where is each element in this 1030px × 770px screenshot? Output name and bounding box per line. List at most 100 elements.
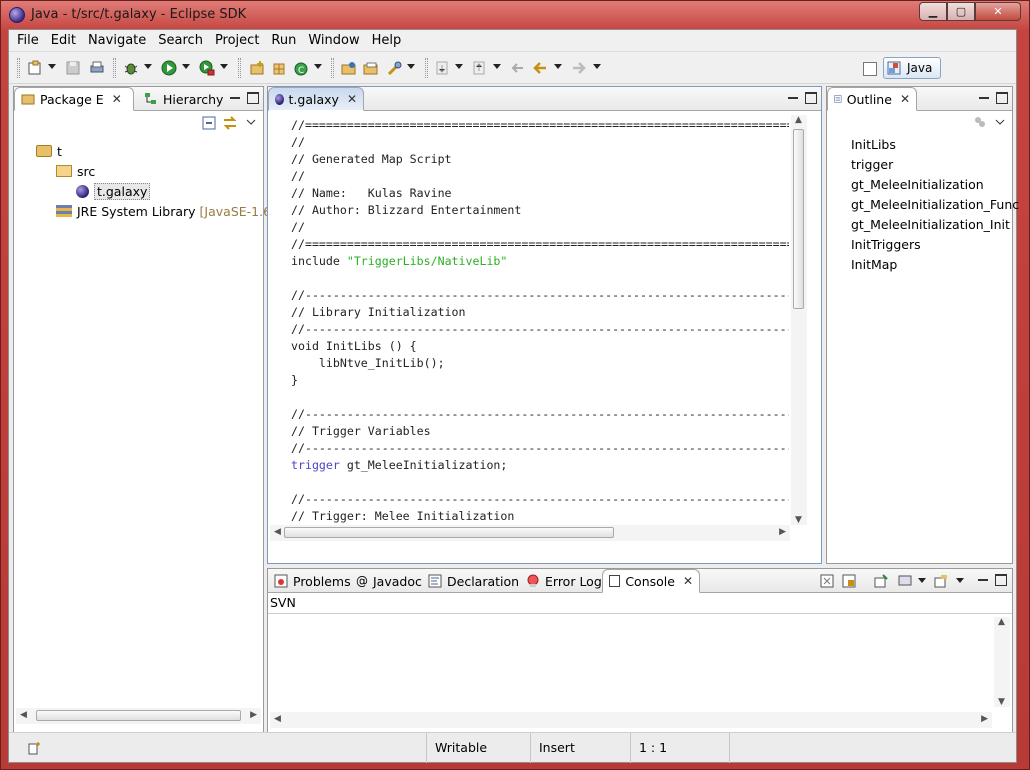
scroll-right-icon[interactable]: ▶ bbox=[981, 714, 988, 724]
back-dropdown-icon[interactable] bbox=[554, 64, 562, 69]
tree-item-src[interactable]: src bbox=[56, 161, 95, 181]
tab-console[interactable]: Console ✕ bbox=[602, 569, 700, 593]
console-horizontal-scrollbar[interactable]: ◀ ▶ bbox=[270, 712, 992, 728]
new-class-dropdown-icon[interactable] bbox=[314, 64, 322, 69]
save-icon[interactable] bbox=[65, 60, 81, 76]
external-tools-icon[interactable] bbox=[199, 60, 215, 76]
display-console-icon[interactable] bbox=[898, 574, 912, 588]
maximize-view-icon[interactable] bbox=[996, 92, 1008, 104]
menu-help[interactable]: Help bbox=[366, 30, 408, 52]
scroll-left-icon[interactable]: ◀ bbox=[274, 714, 281, 724]
scroll-down-icon[interactable]: ▼ bbox=[795, 515, 802, 525]
close-button[interactable]: ✕ bbox=[975, 2, 1021, 21]
debug-icon[interactable] bbox=[123, 60, 139, 76]
scroll-lock-icon[interactable] bbox=[842, 574, 856, 588]
scroll-right-icon[interactable]: ▶ bbox=[779, 527, 786, 537]
tree-item-jre[interactable]: JRE System Library [JavaSE-1.6] bbox=[56, 201, 276, 221]
editor-vertical-scrollbar[interactable]: ▲ ▼ bbox=[791, 115, 807, 525]
scroll-thumb[interactable] bbox=[793, 129, 804, 309]
debug-dropdown-icon[interactable] bbox=[144, 64, 152, 69]
pin-console-icon[interactable] bbox=[874, 574, 888, 588]
console-vertical-scrollbar[interactable]: ▲ ▼ bbox=[994, 617, 1010, 707]
scroll-up-icon[interactable]: ▲ bbox=[795, 115, 802, 125]
tab-outline[interactable]: Outline ✕ bbox=[827, 87, 917, 111]
tab-problems[interactable]: Problems bbox=[268, 569, 357, 593]
back-icon[interactable] bbox=[532, 60, 548, 76]
previous-annotation-icon[interactable] bbox=[471, 60, 487, 76]
tab-editor-file[interactable]: t.galaxy ✕ bbox=[268, 87, 364, 111]
code-editor[interactable]: //======================================… bbox=[291, 117, 789, 523]
tree-item-file[interactable]: t.galaxy bbox=[76, 181, 151, 201]
scroll-up-icon[interactable]: ▲ bbox=[998, 617, 1005, 627]
collapse-all-icon[interactable] bbox=[202, 116, 216, 130]
scroll-left-icon[interactable]: ◀ bbox=[20, 710, 27, 720]
tab-error-log[interactable]: Error Log bbox=[520, 569, 608, 593]
link-with-editor-icon[interactable] bbox=[222, 116, 238, 130]
view-menu-icon[interactable] bbox=[246, 119, 256, 125]
menu-window[interactable]: Window bbox=[302, 30, 365, 52]
minimize-view-icon[interactable] bbox=[229, 92, 241, 104]
maximize-view-icon[interactable] bbox=[247, 92, 259, 104]
close-tab-icon[interactable]: ✕ bbox=[112, 92, 122, 106]
hide-fields-icon[interactable] bbox=[973, 115, 987, 129]
search-dropdown-icon[interactable] bbox=[407, 64, 415, 69]
new-java-project-icon[interactable] bbox=[249, 60, 265, 76]
run-dropdown-icon[interactable] bbox=[182, 64, 190, 69]
outline-item[interactable]: InitLibs bbox=[851, 137, 896, 152]
last-edit-location-icon[interactable] bbox=[509, 60, 525, 76]
open-perspective-icon[interactable] bbox=[863, 62, 877, 76]
close-tab-icon[interactable]: ✕ bbox=[900, 92, 910, 106]
scroll-thumb[interactable] bbox=[36, 710, 241, 721]
scroll-thumb[interactable] bbox=[284, 527, 614, 538]
tab-declaration[interactable]: Declaration bbox=[422, 569, 525, 593]
new-icon[interactable] bbox=[27, 60, 43, 76]
maximize-view-icon[interactable] bbox=[805, 92, 817, 104]
close-tab-icon[interactable]: ✕ bbox=[347, 92, 357, 106]
tab-hierarchy[interactable]: Hierarchy bbox=[138, 87, 229, 111]
minimize-view-icon[interactable] bbox=[978, 92, 990, 104]
menu-run[interactable]: Run bbox=[265, 30, 302, 52]
maximize-view-icon[interactable] bbox=[995, 574, 1007, 586]
horizontal-scrollbar[interactable]: ◀ ▶ bbox=[16, 708, 261, 724]
minimize-view-icon[interactable] bbox=[787, 92, 799, 104]
open-console-dropdown-icon[interactable] bbox=[956, 578, 964, 583]
forward-dropdown-icon[interactable] bbox=[593, 64, 601, 69]
scroll-right-icon[interactable]: ▶ bbox=[250, 710, 257, 720]
outline-item[interactable]: gt_MeleeInitialization bbox=[851, 177, 984, 192]
menu-search[interactable]: Search bbox=[152, 30, 209, 52]
menu-navigate[interactable]: Navigate bbox=[82, 30, 152, 52]
tab-javadoc[interactable]: @ Javadoc bbox=[350, 569, 428, 593]
remove-launch-icon[interactable] bbox=[820, 574, 834, 588]
outline-item[interactable]: trigger bbox=[851, 157, 893, 172]
open-console-icon[interactable] bbox=[934, 574, 948, 588]
menu-project[interactable]: Project bbox=[209, 30, 265, 52]
view-menu-icon[interactable] bbox=[995, 119, 1005, 125]
display-console-dropdown-icon[interactable] bbox=[918, 578, 926, 583]
forward-icon[interactable] bbox=[571, 60, 587, 76]
run-icon[interactable] bbox=[161, 60, 177, 76]
minimize-view-icon[interactable] bbox=[977, 574, 989, 586]
new-dropdown-icon[interactable] bbox=[48, 64, 56, 69]
outline-item[interactable]: InitTriggers bbox=[851, 237, 921, 252]
maximize-button[interactable]: ▢ bbox=[947, 2, 975, 21]
outline-item[interactable]: InitMap bbox=[851, 257, 897, 272]
scroll-down-icon[interactable]: ▼ bbox=[998, 697, 1005, 707]
menu-file[interactable]: File bbox=[11, 30, 45, 52]
new-package-icon[interactable] bbox=[271, 60, 287, 76]
menu-edit[interactable]: Edit bbox=[45, 30, 82, 52]
external-tools-dropdown-icon[interactable] bbox=[220, 64, 228, 69]
fast-view-icon[interactable] bbox=[27, 741, 41, 755]
editor-horizontal-scrollbar[interactable]: ◀ ▶ bbox=[270, 525, 790, 541]
print-icon[interactable] bbox=[89, 60, 105, 76]
java-perspective-button[interactable]: Java bbox=[883, 57, 941, 79]
next-annotation-dropdown-icon[interactable] bbox=[455, 64, 463, 69]
new-class-icon[interactable]: C bbox=[293, 60, 309, 76]
minimize-button[interactable]: ▁ bbox=[919, 2, 947, 21]
previous-annotation-dropdown-icon[interactable] bbox=[493, 64, 501, 69]
search-icon[interactable] bbox=[387, 60, 403, 76]
outline-item[interactable]: gt_MeleeInitialization_Init bbox=[851, 217, 1010, 232]
close-tab-icon[interactable]: ✕ bbox=[683, 574, 693, 588]
open-type-icon[interactable] bbox=[341, 60, 357, 76]
scroll-left-icon[interactable]: ◀ bbox=[274, 527, 281, 537]
next-annotation-icon[interactable] bbox=[434, 60, 450, 76]
